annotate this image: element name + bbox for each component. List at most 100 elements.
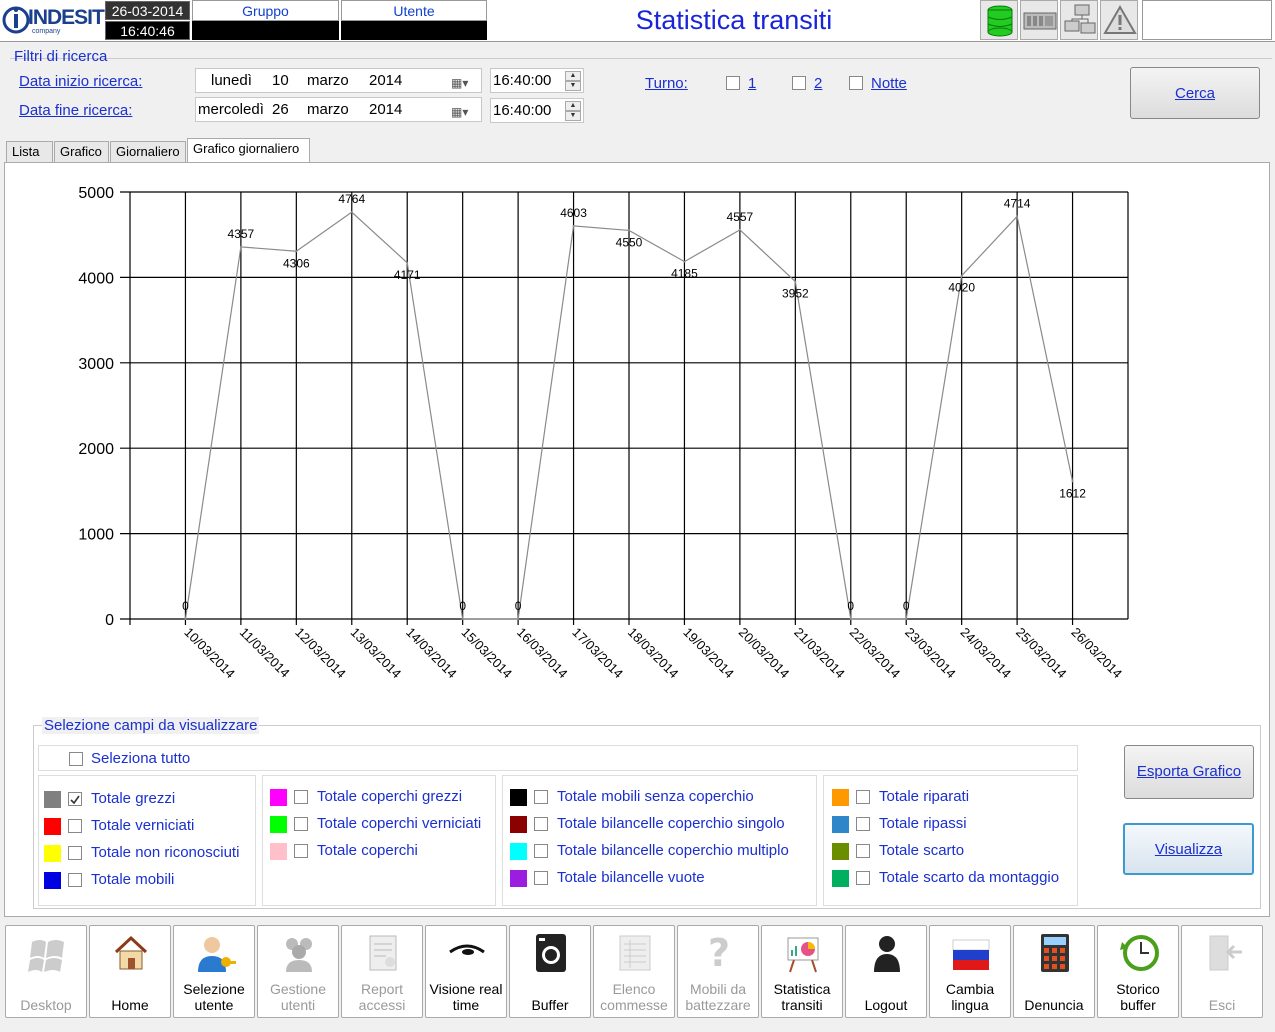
toolbar-button-report[interactable]: Report accessi	[341, 925, 423, 1018]
export-chart-label: Esporta Grafico	[1136, 763, 1242, 780]
data-label: 4357	[228, 227, 255, 241]
toolbar-label-line1: Mobili da	[689, 981, 747, 997]
field-checkbox[interactable]	[68, 873, 82, 887]
field-checkbox[interactable]	[68, 846, 82, 860]
field-label[interactable]: Totale bilancelle vuote	[557, 869, 705, 886]
x-tick-label: 10/03/2014	[181, 625, 238, 682]
field-checkbox[interactable]	[534, 817, 548, 831]
flag-icon	[952, 939, 990, 970]
color-swatch	[44, 791, 61, 808]
x-tick-label: 17/03/2014	[569, 625, 626, 682]
data-point	[517, 618, 520, 620]
field-label[interactable]: Totale scarto da montaggio	[879, 869, 1059, 886]
field-checkbox[interactable]	[856, 871, 870, 885]
color-swatch	[44, 818, 61, 835]
toolbar-button-calculator[interactable]: Denuncia	[1013, 925, 1095, 1018]
color-swatch	[44, 845, 61, 862]
toolbar-label-line1: Elenco	[612, 981, 656, 997]
toolbar-button-exit[interactable]: Esci	[1181, 925, 1263, 1018]
toolbar-label-line2: accessi	[358, 997, 406, 1013]
data-label: 0	[182, 599, 189, 613]
data-label: 3952	[782, 286, 809, 300]
toolbar-label-line1: Visione real	[429, 981, 503, 997]
field-label[interactable]: Totale coperchi	[317, 842, 418, 859]
toolbar-button-flag[interactable]: Cambia lingua	[929, 925, 1011, 1018]
field-checkbox[interactable]	[534, 871, 548, 885]
person-icon	[874, 936, 900, 972]
y-tick-label: 5000	[78, 185, 114, 202]
data-point	[738, 228, 741, 231]
select-all-row	[38, 745, 1078, 771]
data-point	[406, 261, 409, 264]
export-chart-button[interactable]: Esporta Grafico	[1124, 745, 1254, 799]
x-tick-label: 15/03/2014	[459, 625, 516, 682]
color-swatch	[510, 843, 527, 860]
toolbar-button-person[interactable]: Logout	[845, 925, 927, 1018]
field-checkbox[interactable]	[856, 790, 870, 804]
toolbar-button-windows[interactable]: Desktop	[5, 925, 87, 1018]
select-all-checkbox[interactable]	[69, 752, 83, 766]
toolbar-button-question[interactable]: ? Mobili da battezzare	[677, 925, 759, 1018]
toolbar-label-line1: Cambia	[945, 981, 995, 997]
toolbar-label-line1: Selezione	[183, 981, 245, 997]
toolbar-button-washer[interactable]: Buffer	[509, 925, 591, 1018]
color-swatch	[832, 870, 849, 887]
toolbar-button-eye[interactable]: Visione real time	[425, 925, 507, 1018]
field-label[interactable]: Totale verniciati	[91, 817, 194, 834]
toolbar-button-chart-board[interactable]: Statistica transiti	[761, 925, 843, 1018]
toolbar-label-line2: buffer	[1120, 997, 1156, 1013]
field-checkbox[interactable]	[294, 790, 308, 804]
toolbar-label-line2: Home	[111, 997, 149, 1013]
color-swatch	[832, 816, 849, 833]
y-tick-label: 0	[105, 612, 114, 629]
calculator-icon	[1041, 934, 1069, 972]
data-point	[849, 618, 852, 620]
field-checkbox[interactable]	[856, 844, 870, 858]
windows-icon	[28, 940, 64, 972]
data-label: 4557	[727, 210, 754, 224]
show-button[interactable]: Visualizza	[1123, 823, 1254, 875]
toolbar-label-line2: time	[452, 997, 480, 1013]
color-swatch	[510, 789, 527, 806]
field-label[interactable]: Totale bilancelle coperchio multiplo	[557, 842, 789, 859]
toolbar-button-home[interactable]: Home	[89, 925, 171, 1018]
field-label[interactable]: Totale mobili senza coperchio	[557, 788, 754, 805]
select-all-label[interactable]: Seleziona tutto	[91, 750, 190, 767]
data-point	[461, 618, 464, 620]
field-label[interactable]: Totale coperchi verniciati	[317, 815, 481, 832]
field-checkbox[interactable]	[68, 819, 82, 833]
toolbar-label-line2: battezzare	[685, 997, 751, 1013]
svg-text:?: ?	[708, 932, 730, 974]
list-icon	[619, 935, 651, 971]
field-checkbox[interactable]	[294, 817, 308, 831]
field-checkbox[interactable]	[534, 790, 548, 804]
toolbar-button-clock[interactable]: Storico buffer	[1097, 925, 1179, 1018]
eye-icon	[449, 944, 485, 955]
field-label[interactable]: Totale riparati	[879, 788, 969, 805]
field-label[interactable]: Totale coperchi grezzi	[317, 788, 462, 805]
field-label[interactable]: Totale non riconosciuti	[91, 844, 239, 861]
field-checkbox[interactable]	[294, 844, 308, 858]
data-point	[905, 618, 908, 620]
field-checkbox[interactable]	[534, 844, 548, 858]
toolbar-button-user-key[interactable]: Selezione utente	[173, 925, 255, 1018]
x-tick-label: 24/03/2014	[958, 625, 1015, 682]
washer-icon	[536, 934, 566, 972]
field-label[interactable]: Totale bilancelle coperchio singolo	[557, 815, 785, 832]
toolbar-button-users[interactable]: Gestione utenti	[257, 925, 339, 1018]
data-point	[683, 260, 686, 263]
field-checkbox[interactable]	[68, 792, 82, 806]
toolbar-button-list[interactable]: Elenco commesse	[593, 925, 675, 1018]
field-label[interactable]: Totale grezzi	[91, 790, 175, 807]
x-tick-label: 13/03/2014	[348, 625, 405, 682]
data-point	[350, 211, 353, 214]
field-label[interactable]: Totale ripassi	[879, 815, 967, 832]
data-label: 0	[847, 599, 854, 613]
data-label: 4306	[283, 256, 310, 270]
field-label[interactable]: Totale scarto	[879, 842, 964, 859]
field-checkbox[interactable]	[856, 817, 870, 831]
toolbar-label-line2: Desktop	[20, 997, 72, 1013]
x-tick-label: 16/03/2014	[514, 625, 571, 682]
daily-chart: 0 1000 2000 3000 4000 5000 10/03/201411/03/201…	[78, 185, 1129, 682]
field-label[interactable]: Totale mobili	[91, 871, 174, 888]
